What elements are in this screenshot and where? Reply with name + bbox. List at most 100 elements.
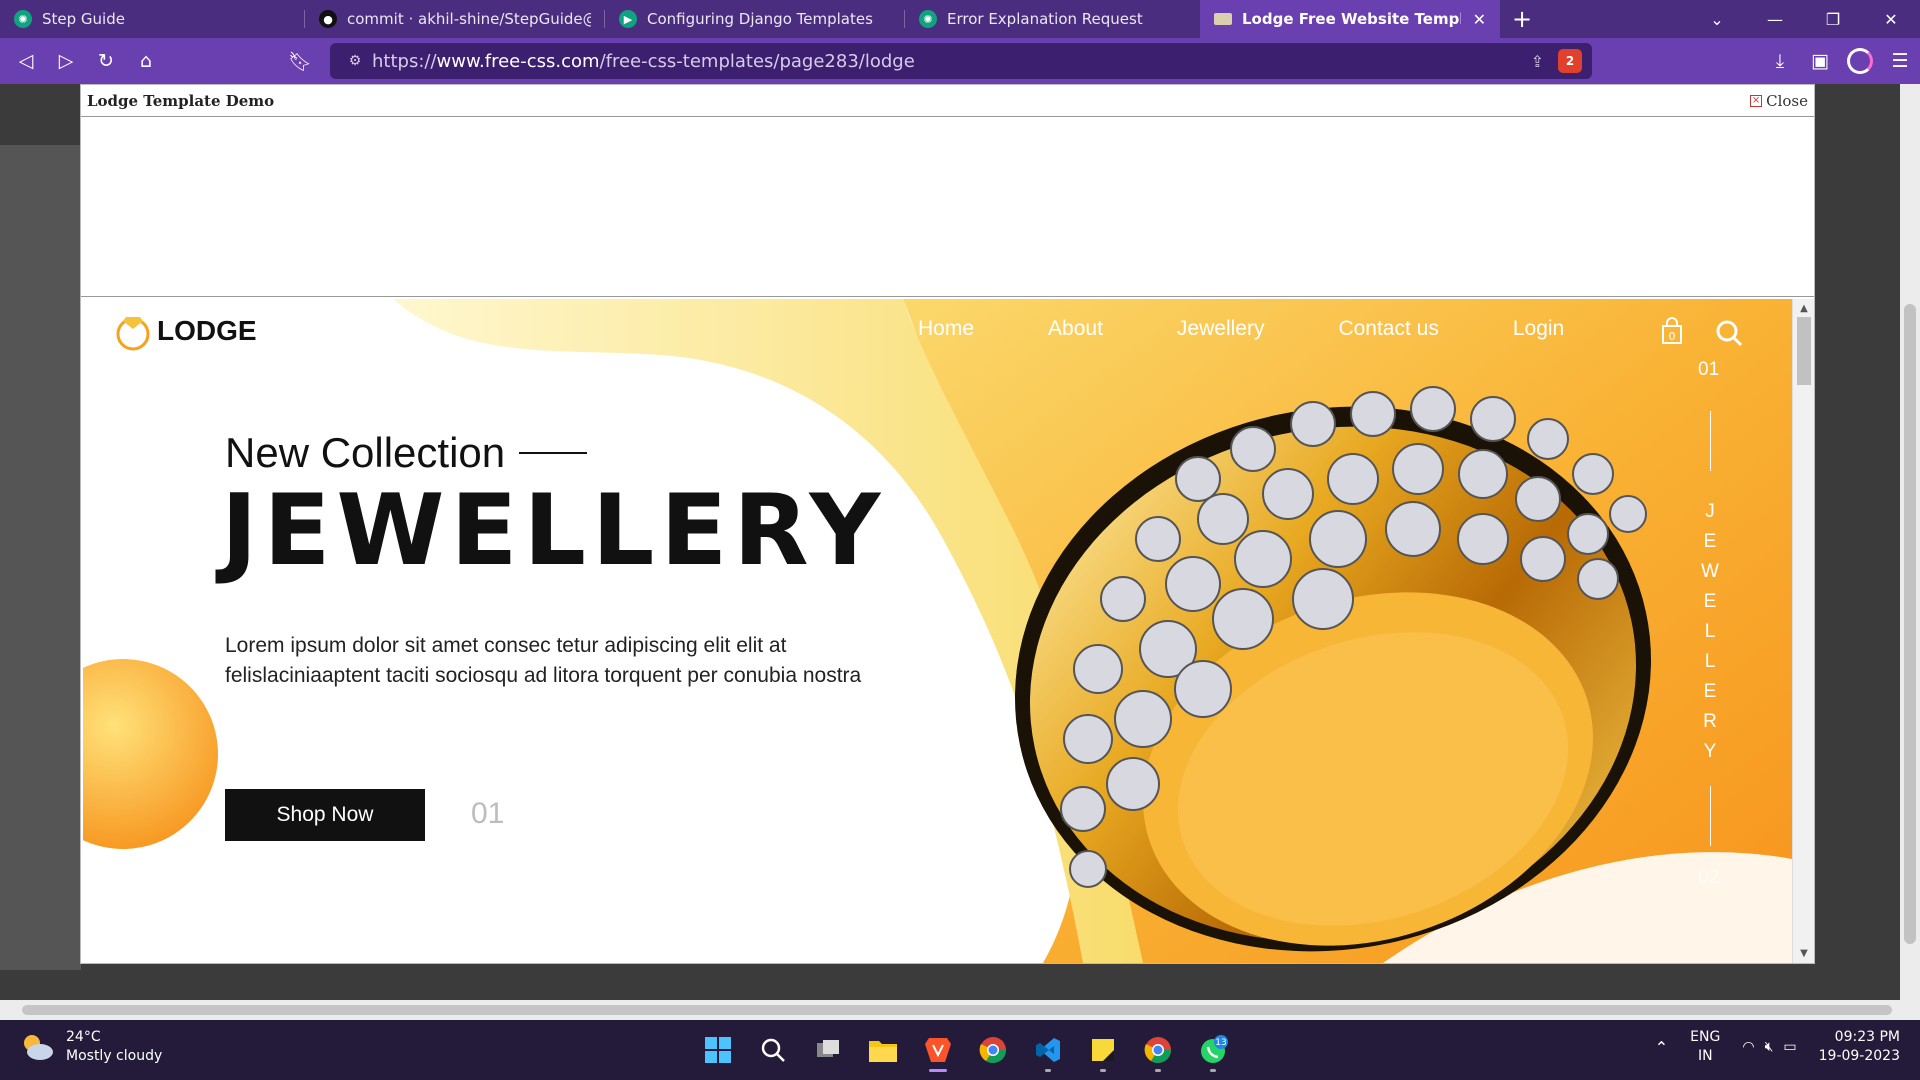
demo-popup: Lodge Template Demo × Close LODGE Home A… — [80, 84, 1815, 964]
battery-icon[interactable]: ▭ — [1783, 1039, 1796, 1055]
brave-browser-icon[interactable] — [910, 1026, 965, 1074]
chatgpt-icon: ✺ — [919, 10, 937, 28]
sticky-notes-icon[interactable] — [1075, 1026, 1130, 1074]
reload-icon[interactable]: ↻ — [86, 41, 126, 81]
tab-configuring-django[interactable]: ▶ Configuring Django Templates — [605, 0, 905, 38]
tab-error-explanation[interactable]: ✺ Error Explanation Request — [905, 0, 1200, 38]
close-tab-icon[interactable]: ✕ — [1473, 10, 1486, 29]
github-icon: ● — [319, 10, 337, 28]
search-taskbar-icon[interactable] — [745, 1026, 800, 1074]
hero-title: JEWELLERY — [221, 474, 887, 588]
chrome-icon[interactable] — [965, 1026, 1020, 1074]
scrollbar-thumb[interactable] — [1904, 304, 1916, 944]
download-icon[interactable]: ⤓ — [1760, 41, 1800, 81]
tab-lodge-template[interactable]: Lodge Free Website Template | Fr ✕ — [1200, 0, 1500, 38]
scrollbar-thumb[interactable] — [22, 1005, 1892, 1015]
active-indicator — [928, 1069, 947, 1072]
windows-taskbar: 24°C Mostly cloudy 13 ⌃ ENG IN ◠ 🔇︎ ▭ 09… — [0, 1020, 1920, 1080]
subtitle-dash — [519, 452, 588, 454]
temperature: 24°C — [66, 1029, 101, 1045]
cart-icon[interactable]: 0 — [1659, 317, 1685, 349]
whatsapp-icon[interactable]: 13 — [1185, 1026, 1240, 1074]
task-view-icon[interactable] — [800, 1026, 855, 1074]
svg-text:0: 0 — [1669, 330, 1676, 343]
nav-jewellery[interactable]: Jewellery — [1177, 317, 1265, 341]
running-indicator — [1099, 1069, 1106, 1072]
site-nav: Home About Jewellery Contact us Login — [918, 317, 1638, 341]
hero-section: LODGE Home About Jewellery Contact us Lo… — [83, 299, 1792, 963]
side-vertical-word: JEWELLERY — [1701, 501, 1719, 762]
file-explorer-icon[interactable] — [855, 1026, 910, 1074]
side-index-top[interactable]: 01 — [1698, 359, 1719, 381]
running-indicator — [1044, 1069, 1051, 1072]
share-icon[interactable]: ⇪ — [1531, 52, 1544, 71]
running-indicator — [1209, 1069, 1216, 1072]
language-indicator[interactable]: ENG IN — [1690, 1028, 1720, 1066]
brave-shield-icon[interactable]: 2 — [1558, 49, 1582, 73]
browser-tab-bar: ✺ Step Guide ● commit · akhil-shine/Step… — [0, 0, 1920, 38]
page-horizontal-scrollbar[interactable] — [0, 1000, 1920, 1020]
home-icon[interactable]: ⌂ — [126, 41, 166, 81]
sidebar-icon[interactable]: ▣ — [1800, 41, 1840, 81]
volume-muted-icon[interactable]: 🔇︎ — [1765, 1039, 1774, 1055]
svg-text:13: 13 — [1215, 1038, 1226, 1048]
minimize-button[interactable]: — — [1746, 10, 1804, 29]
address-bar[interactable]: ⚙ https://www.free-css.com/free-css-temp… — [330, 43, 1592, 79]
scroll-up-icon[interactable]: ▲ — [1793, 303, 1815, 314]
running-indicator — [1154, 1069, 1161, 1072]
clock[interactable]: 09:23 PM 19-09-2023 — [1819, 1028, 1900, 1066]
window-controls: ⌄ — ❐ ✕ — [1688, 10, 1920, 29]
close-icon: × — [1750, 94, 1763, 107]
bookmark-icon[interactable]: 🔖︎ — [280, 41, 320, 81]
page-backdrop — [0, 145, 81, 970]
side-index-bottom[interactable]: 02 — [1698, 867, 1719, 889]
cloudy-icon — [24, 1035, 53, 1060]
toolbar-right: ⤓ ▣ ☰ — [1760, 38, 1920, 84]
slide-number: 01 — [471, 797, 505, 830]
restore-button[interactable]: ❐ — [1804, 10, 1862, 29]
chatgpt-icon: ✺ — [14, 10, 32, 28]
hero-subtitle: New Collection — [225, 429, 588, 477]
ring-logo-icon — [116, 317, 150, 351]
side-divider — [1710, 786, 1711, 846]
site-info-icon[interactable]: ⚙ — [338, 53, 372, 69]
demo-close-button[interactable]: × Close — [1750, 92, 1808, 110]
search-icon[interactable] — [1714, 318, 1744, 352]
menu-icon[interactable]: ☰ — [1880, 41, 1920, 81]
browser-toolbar: ◁ ▷ ↻ ⌂ 🔖︎ ⚙ https://www.free-css.com/fr… — [0, 38, 1920, 84]
url-text: https://www.free-css.com/free-css-templa… — [372, 50, 915, 72]
demo-header: Lodge Template Demo × Close — [81, 85, 1814, 117]
chevron-up-icon[interactable]: ⌃ — [1655, 1038, 1668, 1057]
system-tray: ⌃ ENG IN ◠ 🔇︎ ▭ 09:23 PM 19-09-2023 — [1655, 1028, 1900, 1066]
weather-condition: Mostly cloudy — [66, 1048, 163, 1064]
page-vertical-scrollbar[interactable] — [1900, 84, 1920, 1000]
wifi-icon[interactable]: ◠ — [1742, 1039, 1754, 1055]
profile-icon[interactable] — [1840, 41, 1880, 81]
tab-step-guide[interactable]: ✺ Step Guide — [0, 0, 305, 38]
weather-widget[interactable]: 24°C Mostly cloudy — [20, 1028, 162, 1066]
iframe-scrollbar[interactable]: ▲ ▼ — [1792, 299, 1814, 963]
nav-home[interactable]: Home — [918, 317, 974, 341]
back-icon[interactable]: ◁ — [6, 41, 46, 81]
nav-login[interactable]: Login — [1513, 317, 1564, 341]
tab-list-chevron-icon[interactable]: ⌄ — [1688, 10, 1746, 29]
scrollbar-thumb[interactable] — [1797, 317, 1811, 385]
chatgpt-icon: ▶ — [619, 10, 637, 28]
site-logo[interactable]: LODGE — [113, 311, 257, 351]
ad-area — [81, 117, 1814, 297]
demo-title: Lodge Template Demo — [87, 91, 275, 110]
new-tab-button[interactable]: + — [1500, 5, 1544, 33]
vscode-icon[interactable] — [1020, 1026, 1075, 1074]
hero-description: Lorem ipsum dolor sit amet consec tetur … — [225, 634, 862, 687]
chrome-profile-icon[interactable] — [1130, 1026, 1185, 1074]
shop-now-button[interactable]: Shop Now — [225, 789, 425, 841]
start-button[interactable] — [690, 1026, 745, 1074]
nav-about[interactable]: About — [1048, 317, 1103, 341]
close-window-button[interactable]: ✕ — [1862, 10, 1920, 29]
nav-contact[interactable]: Contact us — [1338, 317, 1438, 341]
forward-icon[interactable]: ▷ — [46, 41, 86, 81]
side-divider — [1710, 411, 1711, 471]
scroll-down-icon[interactable]: ▼ — [1793, 948, 1815, 959]
taskbar-apps: 13 — [690, 1026, 1240, 1074]
tab-github-commit[interactable]: ● commit · akhil-shine/StepGuide@4ca7 — [305, 0, 605, 38]
